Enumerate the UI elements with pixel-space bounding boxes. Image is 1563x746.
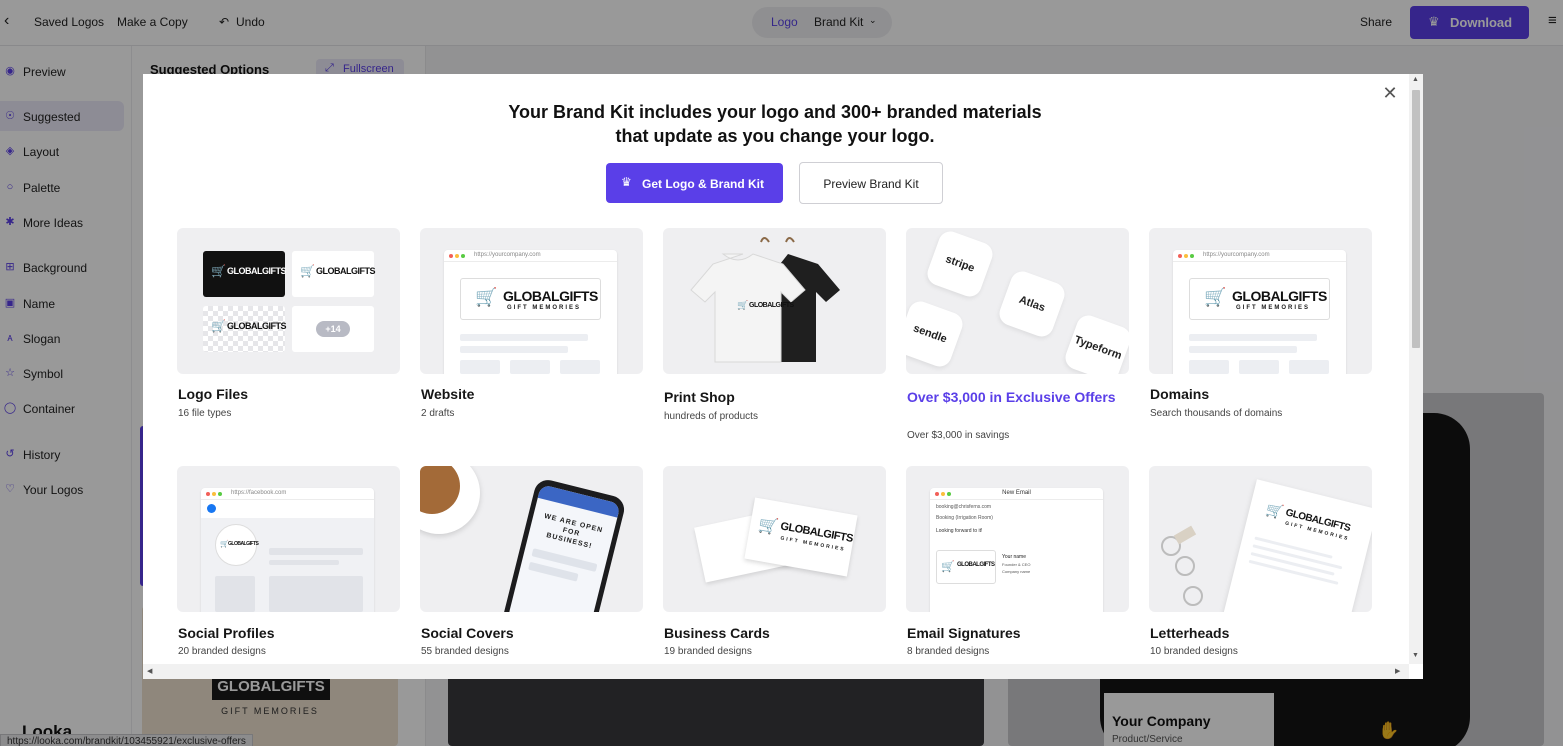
domains-thumbnail: https://yourcompany.com 🛒 GLOBALGIFTS GI… <box>1149 228 1372 374</box>
letterheads-thumbnail: 🛒 GLOBALGIFTS GIFT MEMORIES <box>1149 466 1372 612</box>
cart-icon: 🛒 <box>1264 500 1286 521</box>
browser-mockup: https://yourcompany.com 🛒 GLOBALGIFTS GI… <box>444 250 617 374</box>
typeform-logo: Typeform <box>1062 312 1129 374</box>
profile-avatar: 🛒 GLOBALGIFTS <box>215 524 259 566</box>
tile-subtitle: 55 branded designs <box>421 646 509 657</box>
email-subject-text: Booking (Irrigation Room) <box>936 515 993 521</box>
tile-subtitle: 16 file types <box>178 408 232 419</box>
tile-subtitle: Over $3,000 in savings <box>907 430 1010 441</box>
cart-icon: 🛒 <box>941 561 955 573</box>
brand-kit-modal: ✕ Your Brand Kit includes your logo and … <box>143 74 1423 679</box>
tile-subtitle: hundreds of products <box>664 411 758 422</box>
facebook-icon <box>207 504 216 513</box>
social-profiles-thumbnail: https://facebook.com 🛒 GLOBALGIFTS <box>177 466 400 612</box>
more-count-badge: +14 <box>316 321 350 337</box>
brand-tagline: GIFT MEMORIES <box>1236 305 1310 311</box>
scrollbar-thumb[interactable] <box>1412 90 1420 348</box>
tile-title: Letterheads <box>1150 625 1230 641</box>
cart-icon: 🛒 <box>1204 287 1227 307</box>
tile-title: Print Shop <box>664 389 735 405</box>
logo-variant-transparent: 🛒 GLOBALGIFTS <box>203 306 287 352</box>
url-text: https://yourcompany.com <box>474 252 541 258</box>
preview-brand-kit-button[interactable]: Preview Brand Kit <box>799 162 943 204</box>
tile-subtitle: 19 branded designs <box>664 646 752 657</box>
logo-box: 🛒 GLOBALGIFTS GIFT MEMORIES <box>1189 278 1330 320</box>
tile-title: Domains <box>1150 386 1210 402</box>
brand-name: GLOBALGIFTS <box>316 266 376 276</box>
tile-subtitle: Search thousands of domains <box>1150 408 1283 419</box>
tshirts-illustration <box>690 237 840 363</box>
tile-subtitle: 20 branded designs <box>178 646 266 657</box>
signature-role: Founder & CEO <box>1002 562 1031 567</box>
email-window-mockup: New Email booking@chrisferns.com Booking… <box>930 488 1103 612</box>
tile-subtitle: 8 branded designs <box>907 646 990 657</box>
brand-name: GLOBALGIFTS <box>957 562 995 568</box>
print-shop-thumbnail: 🛒 GLOBALGIFTS <box>663 228 886 374</box>
email-signatures-thumbnail: New Email booking@chrisferns.com Booking… <box>906 466 1129 612</box>
headline-line-1: Your Brand Kit includes your logo and 30… <box>508 102 1042 122</box>
atlas-logo: Atlas <box>996 268 1068 340</box>
signature-name: Your name <box>1002 554 1026 560</box>
url-text: https://facebook.com <box>231 490 287 496</box>
logo-box: 🛒 GLOBALGIFTS GIFT MEMORIES <box>460 278 601 320</box>
tile-subtitle: 2 drafts <box>421 408 455 419</box>
url-text: https://yourcompany.com <box>1203 252 1270 258</box>
phone-mockup: WE ARE OPEN FOR BUSINESS! <box>500 477 628 612</box>
tile-title: Social Profiles <box>178 625 275 641</box>
signature-company: Company name <box>1002 569 1031 574</box>
signature-logo: 🛒 GLOBALGIFTS <box>936 550 996 584</box>
sendle-logo: sendle <box>906 298 966 370</box>
more-variants-box: +14 <box>292 306 374 352</box>
scroll-up-arrow[interactable]: ▲ <box>1412 76 1419 83</box>
scroll-right-arrow[interactable]: ▶ <box>1395 667 1400 675</box>
logo-variant-white: 🛒 GLOBALGIFTS <box>292 251 376 297</box>
brand-name: GLOBALGIFTS <box>1232 288 1327 304</box>
brand-name: GLOBALGIFTS <box>749 302 794 309</box>
brand-name: GLOBALGIFTS <box>228 541 259 547</box>
brand-name: GLOBALGIFTS <box>503 288 598 304</box>
close-icon[interactable]: ✕ <box>1381 84 1399 102</box>
primary-button-label: Get Logo & Brand Kit <box>642 177 764 191</box>
modal-horizontal-scrollbar[interactable]: ◀ ▶ <box>143 664 1409 679</box>
logo-files-thumbnail: 🛒 GLOBALGIFTS 🛒 GLOBALGIFTS 🛒 GLOBALGIFT… <box>177 228 400 374</box>
headline-line-2: that update as you change your logo. <box>615 126 935 146</box>
browser-mockup: https://yourcompany.com 🛒 GLOBALGIFTS GI… <box>1173 250 1346 374</box>
tile-title: Logo Files <box>178 386 248 402</box>
scroll-down-arrow[interactable]: ▼ <box>1412 652 1419 659</box>
tile-subtitle: 10 branded designs <box>1150 646 1238 657</box>
social-covers-thumbnail: WE ARE OPEN FOR BUSINESS! <box>420 466 643 612</box>
secondary-button-label: Preview Brand Kit <box>823 177 919 191</box>
modal-vertical-scrollbar[interactable]: ▲ ▼ <box>1409 74 1423 664</box>
tile-title: Email Signatures <box>907 625 1021 641</box>
brand-tagline: GIFT MEMORIES <box>507 305 581 311</box>
tile-title: Website <box>421 386 475 402</box>
website-thumbnail: https://yourcompany.com 🛒 GLOBALGIFTS GI… <box>420 228 643 374</box>
stripe-logo: stripe <box>924 228 996 300</box>
email-to-text: booking@chrisferns.com <box>936 504 992 510</box>
logo-variant-black: 🛒 GLOBALGIFTS <box>203 251 287 297</box>
brand-name: GLOBALGIFTS <box>227 321 287 331</box>
email-body-text: Looking forward to it! <box>936 528 983 534</box>
offers-thumbnail: stripe Atlas sendle Typeform <box>906 228 1129 374</box>
modal-headline: Your Brand Kit includes your logo and 30… <box>483 100 1067 148</box>
tile-title: Over $3,000 in Exclusive Offers <box>907 389 1116 405</box>
browser-mockup: https://facebook.com 🛒 GLOBALGIFTS <box>201 488 374 612</box>
cart-icon: 🛒 <box>211 319 226 333</box>
phone-cover-text: WE ARE OPEN FOR BUSINESS! <box>543 512 604 551</box>
crown-icon: ♛ <box>621 175 632 189</box>
tile-title: Business Cards <box>664 625 770 641</box>
cart-icon: 🛒 <box>300 264 315 278</box>
email-window-title: New Email <box>1002 490 1031 496</box>
cart-icon: 🛒 <box>475 287 498 307</box>
cart-icon: 🛒 <box>211 264 226 278</box>
business-cards-thumbnail: 🛒 GLOBALGIFTS GIFT MEMORIES <box>663 466 886 612</box>
coffee-cup <box>420 466 480 534</box>
get-logo-brand-kit-button[interactable]: ♛ Get Logo & Brand Kit <box>606 163 783 203</box>
cart-icon: 🛒 <box>756 516 780 537</box>
cart-icon: 🛒 <box>737 300 749 310</box>
brand-name: GLOBALGIFTS <box>227 266 287 276</box>
tile-title: Social Covers <box>421 625 514 641</box>
scroll-left-arrow[interactable]: ◀ <box>147 667 152 675</box>
